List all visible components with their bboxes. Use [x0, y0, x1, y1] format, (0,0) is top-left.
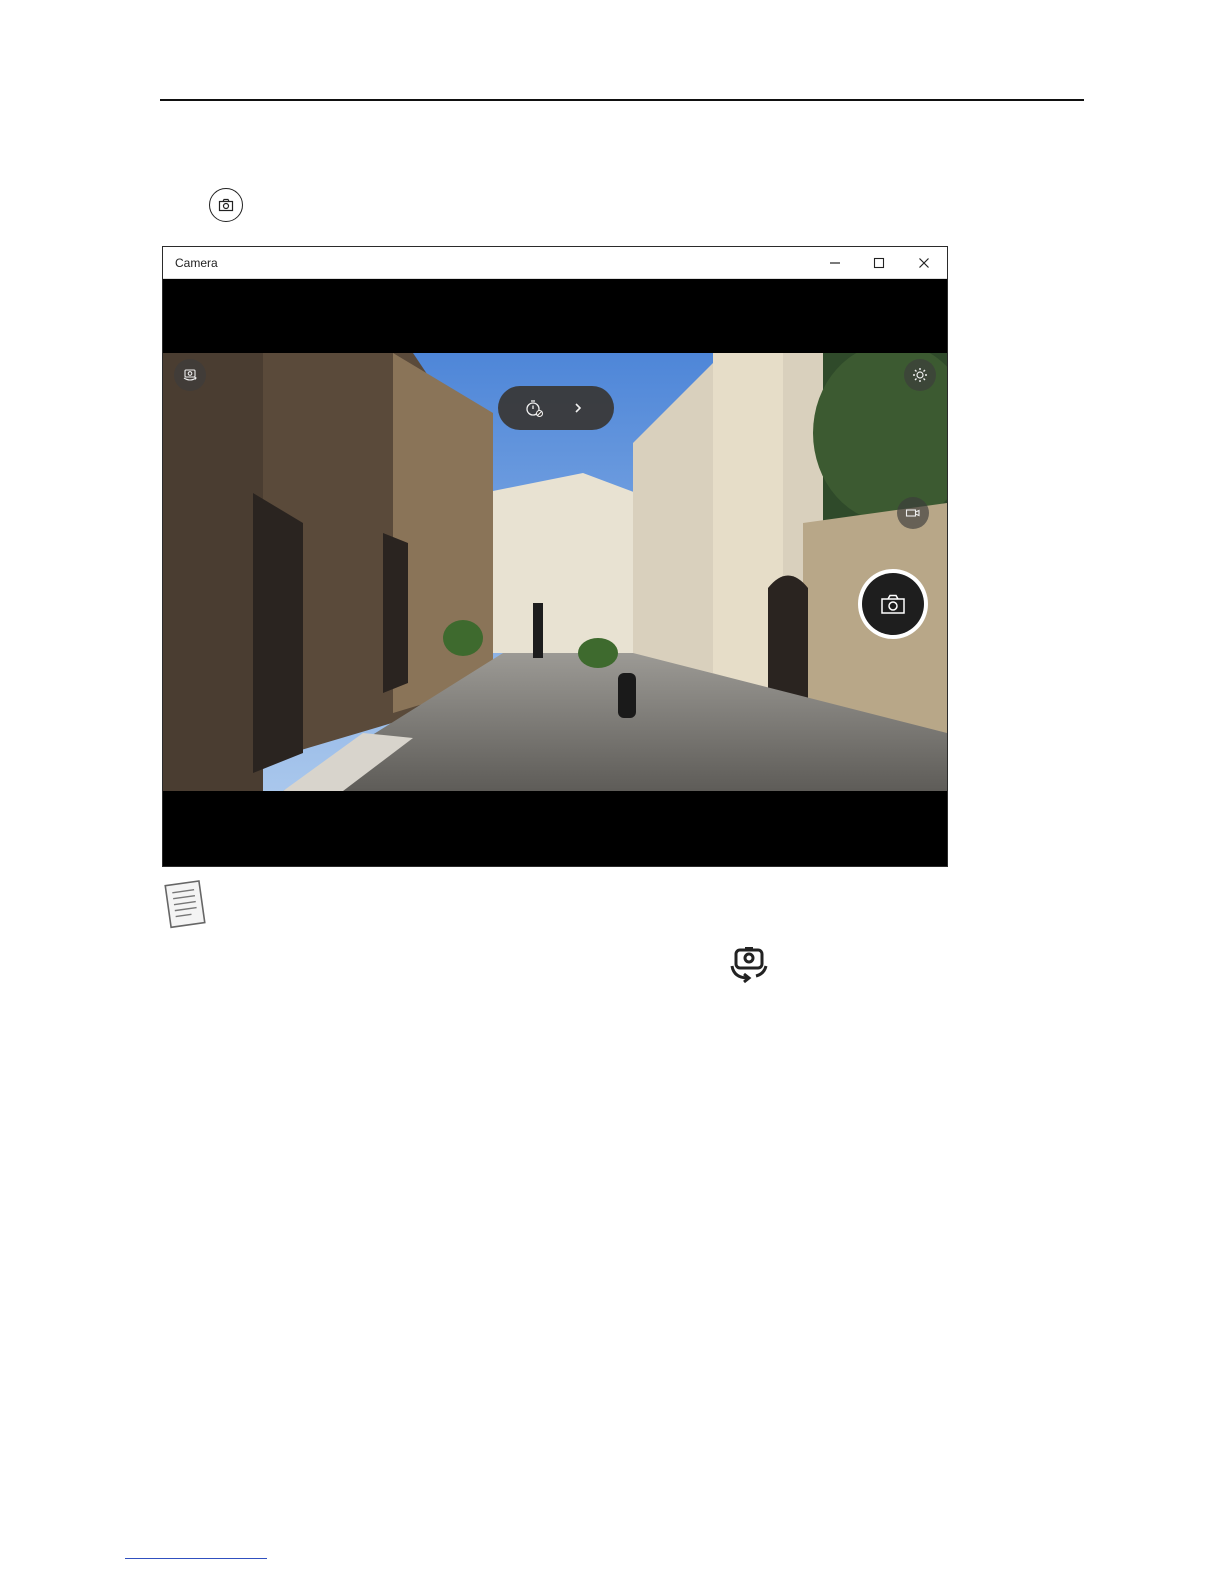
minimize-icon: [830, 262, 840, 264]
timer-off-icon: [526, 400, 544, 418]
camera-viewport: [163, 279, 947, 866]
maximize-icon: [873, 257, 885, 269]
close-icon: [919, 258, 929, 268]
camera-switch-icon: [183, 369, 197, 381]
chevron-right-icon: [575, 403, 582, 413]
settings-button[interactable]: [904, 359, 936, 391]
gear-icon: [913, 368, 927, 382]
video-mode-button[interactable]: [897, 497, 929, 529]
video-camera-icon: [905, 509, 920, 517]
inline-camera-button-icon: [209, 188, 243, 222]
camera-app-window: Camera: [162, 246, 948, 867]
take-photo-button[interactable]: [858, 569, 928, 639]
maximize-button[interactable]: [857, 247, 901, 279]
header-rule: [160, 99, 1084, 101]
timer-button[interactable]: [516, 386, 552, 430]
footer-link-underline: [125, 1558, 267, 1559]
note-icon: [164, 880, 206, 929]
switch-camera-button[interactable]: [174, 359, 206, 391]
photo-options-bar: [498, 386, 614, 430]
camera-icon: [881, 594, 905, 614]
expand-options-button[interactable]: [566, 386, 590, 430]
minimize-button[interactable]: [813, 247, 857, 279]
switch-camera-reference-icon: [730, 947, 768, 984]
title-bar: Camera: [163, 247, 947, 279]
window-title: Camera: [175, 256, 218, 270]
close-button[interactable]: [902, 247, 946, 279]
